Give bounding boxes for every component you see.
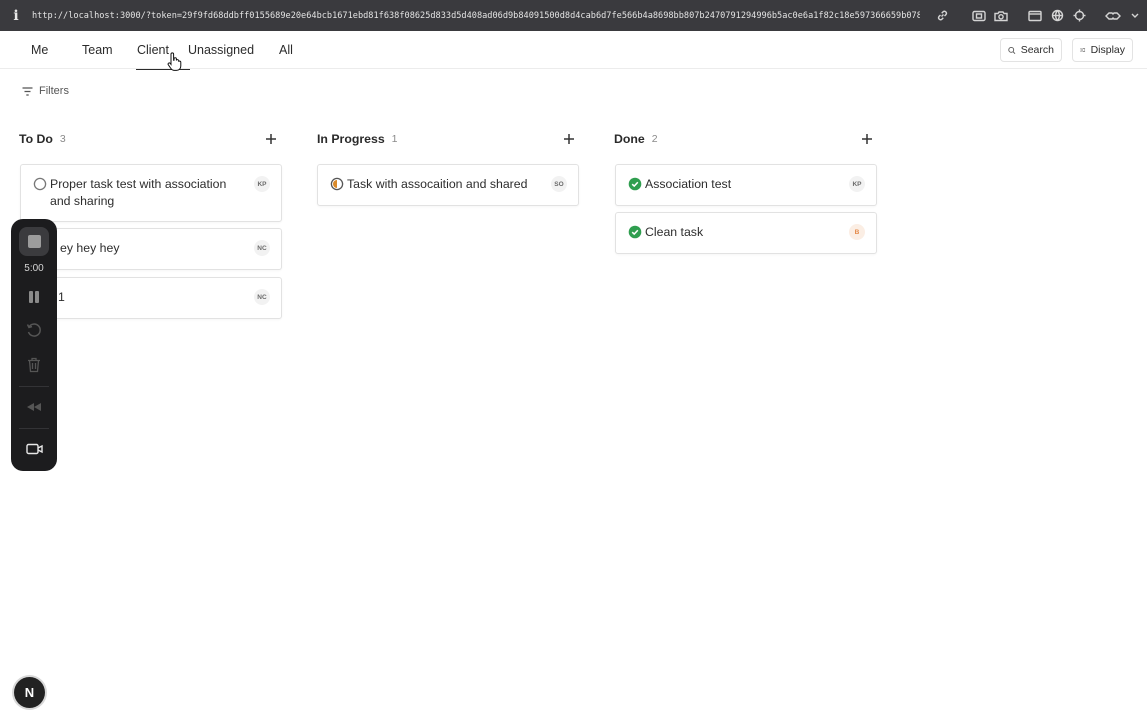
expand-icon[interactable] (1124, 0, 1146, 31)
in-progress-status-icon[interactable] (330, 177, 344, 191)
filters-label: Filters (39, 85, 69, 97)
link-icon[interactable] (931, 0, 953, 31)
tab-team[interactable]: Team (82, 31, 113, 69)
assignee-avatar: KP (849, 176, 865, 192)
column-title: Done (614, 132, 645, 146)
search-label: Search (1020, 44, 1054, 56)
extension-icon[interactable] (1102, 0, 1124, 31)
rewind-icon (27, 403, 41, 411)
plus-icon (862, 134, 872, 144)
task-card[interactable]: ey hey hey NC (20, 228, 282, 270)
restart-button[interactable] (19, 318, 49, 344)
camera-toggle-button[interactable] (19, 436, 49, 462)
add-task-todo-button[interactable] (263, 131, 279, 147)
done-check-icon[interactable] (628, 177, 642, 191)
done-check-icon[interactable] (628, 225, 642, 239)
add-task-done-button[interactable] (859, 131, 875, 147)
collapse-button[interactable] (19, 394, 49, 420)
column-title: In Progress (317, 132, 385, 146)
crosshair-icon[interactable] (1068, 0, 1090, 31)
globe-icon[interactable] (1046, 0, 1068, 31)
screenshot-region-icon[interactable] (968, 0, 990, 31)
task-title: Task with assocaition and shared (347, 177, 528, 191)
assignee-avatar: NC (254, 289, 270, 305)
window-icon[interactable] (1024, 0, 1046, 31)
stop-icon (27, 235, 41, 248)
assignee-avatar: B (849, 224, 865, 240)
display-settings-icon (1080, 48, 1086, 52)
url-text[interactable]: http://localhost:3000/?token=29f9fd68ddb… (32, 11, 920, 21)
tab-unassigned[interactable]: Unassigned (188, 31, 254, 69)
site-info-icon[interactable]: i (0, 0, 32, 31)
tab-client[interactable]: Client (136, 31, 190, 70)
video-camera-icon (25, 443, 43, 455)
tab-me[interactable]: Me (31, 31, 48, 69)
task-card[interactable]: Association test KP (615, 164, 877, 206)
task-title: ey hey hey (60, 241, 120, 255)
plus-icon (564, 134, 574, 144)
filters-button[interactable]: Filters (14, 80, 77, 102)
column-header-done: Done 2 (614, 130, 658, 148)
assignee-avatar: NC (254, 240, 270, 256)
task-title: 1 (58, 290, 65, 304)
column-header-todo: To Do 3 (19, 130, 66, 148)
hand-cursor-icon (167, 52, 182, 71)
camera-icon[interactable] (990, 0, 1012, 31)
tab-all[interactable]: All (279, 31, 293, 69)
pause-button[interactable] (19, 284, 49, 310)
task-card[interactable]: Proper task test with association and sh… (20, 164, 282, 222)
divider (19, 428, 49, 429)
delete-button[interactable] (19, 352, 49, 378)
todo-status-icon[interactable] (33, 177, 47, 191)
column-count: 3 (59, 133, 66, 145)
search-icon (1008, 46, 1016, 54)
filter-icon (22, 86, 33, 96)
plus-icon (266, 134, 276, 144)
task-title: Proper task test with association and sh… (50, 177, 227, 208)
display-button[interactable]: Display (1072, 38, 1133, 62)
assignee-avatar: KP (254, 176, 270, 192)
task-title: Association test (645, 177, 732, 191)
stop-recording-button[interactable] (19, 227, 49, 256)
trash-icon (28, 357, 40, 373)
divider (19, 386, 49, 387)
display-label: Display (1090, 44, 1125, 56)
column-title: To Do (19, 132, 53, 146)
browser-address-bar: i http://localhost:3000/?token=29f9fd68d… (0, 0, 1147, 31)
add-task-in-progress-button[interactable] (561, 131, 577, 147)
pause-icon (29, 291, 39, 303)
task-title: Clean task (645, 225, 704, 239)
screen-recorder-toolbar: 5:00 (11, 219, 57, 471)
recording-timer: 5:00 (24, 263, 44, 274)
search-button[interactable]: Search (1000, 38, 1062, 62)
task-card[interactable]: Task with assocaition and shared SO (317, 164, 579, 206)
task-card[interactable]: Clean task B (615, 212, 877, 254)
restart-icon (26, 323, 41, 337)
task-card[interactable]: 1 NC (20, 277, 282, 319)
app-launcher-button[interactable]: N (14, 677, 45, 708)
column-count: 2 (651, 133, 658, 145)
assignee-avatar: SO (551, 176, 567, 192)
column-count: 1 (391, 133, 398, 145)
column-header-in-progress: In Progress 1 (317, 130, 398, 148)
